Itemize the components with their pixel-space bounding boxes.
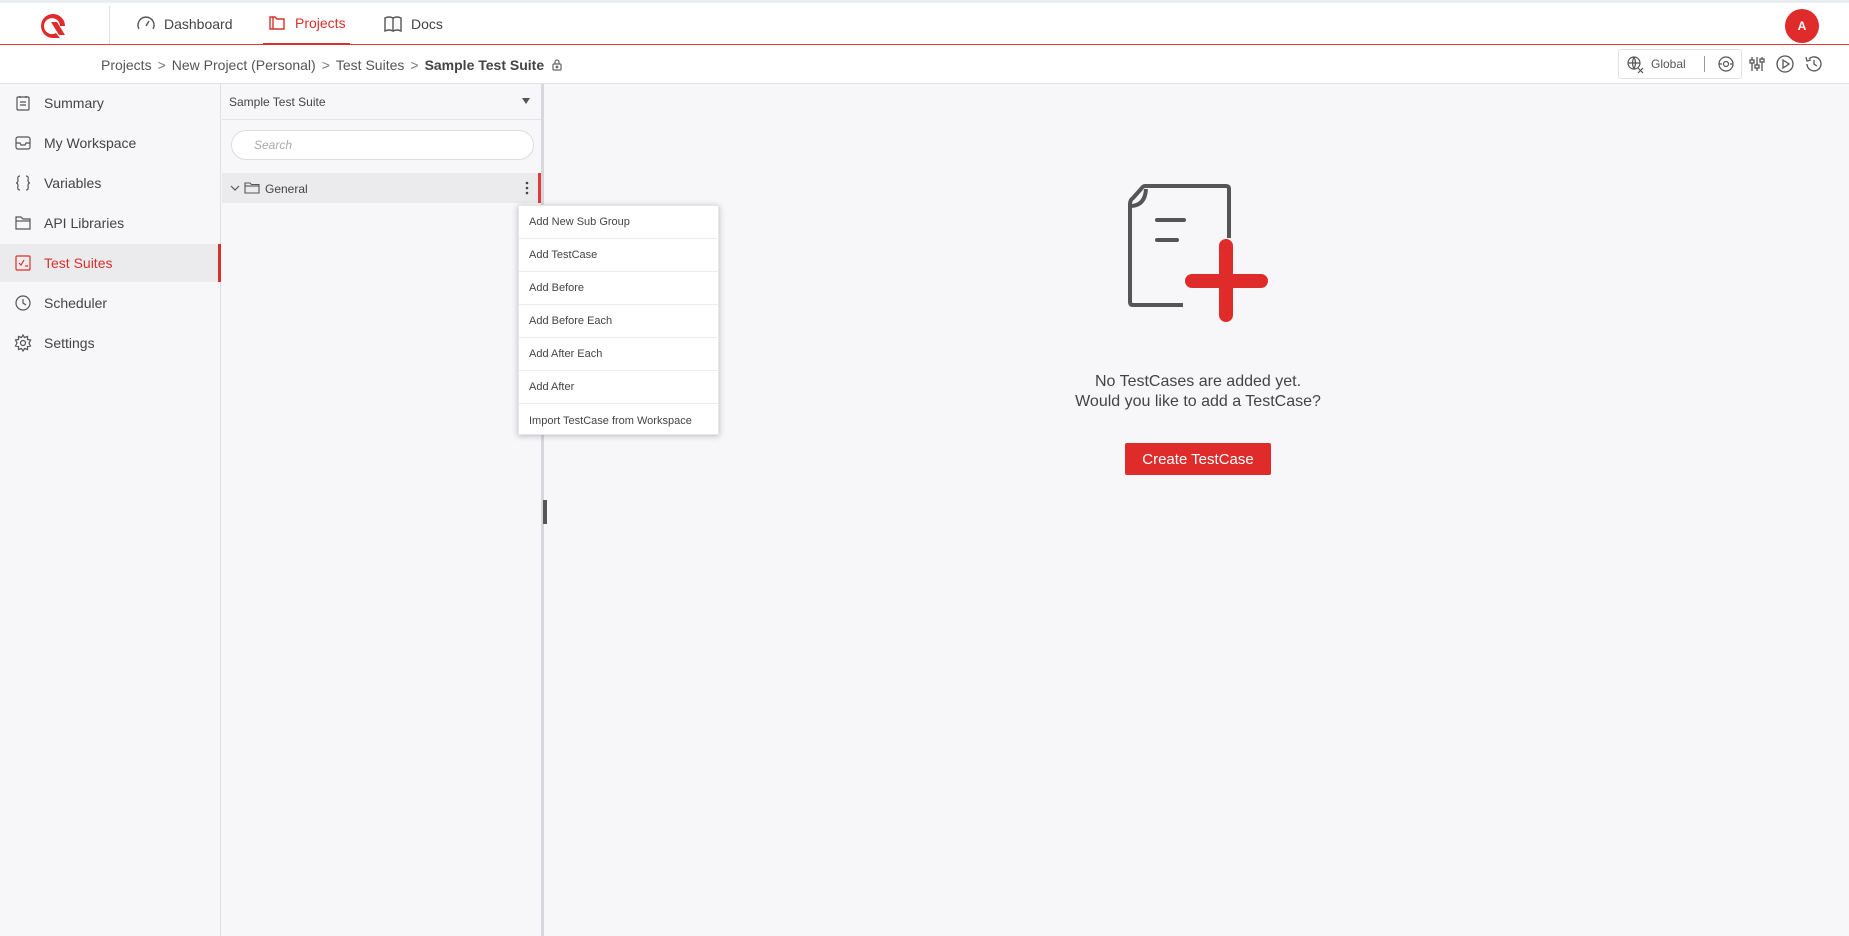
- env-divider: [1703, 56, 1705, 72]
- create-testcase-button[interactable]: Create TestCase: [1125, 443, 1271, 475]
- top-nav: Dashboard Projects Docs A: [0, 0, 1849, 45]
- clock-icon: [15, 295, 31, 311]
- group-context-menu: Add New Sub Group Add TestCase Add Befor…: [518, 205, 719, 435]
- gear-icon: [14, 334, 32, 352]
- suite-select-value: Sample Test Suite: [229, 94, 326, 109]
- sliders-icon[interactable]: [1746, 53, 1768, 75]
- breadcrumb-projects[interactable]: Projects: [101, 57, 152, 73]
- menu-add-before-each[interactable]: Add Before Each: [519, 305, 718, 338]
- breadcrumb-separator: >: [410, 56, 419, 73]
- globe-view-icon[interactable]: [1717, 55, 1735, 73]
- sidebar-item-label: Test Suites: [44, 255, 113, 271]
- nav-docs-label: Docs: [411, 16, 443, 32]
- folder-icon: [15, 216, 31, 230]
- suite-select[interactable]: Sample Test Suite: [222, 84, 541, 120]
- test-suite-tree-panel: Sample Test Suite General: [222, 84, 544, 936]
- breadcrumb-test-suites[interactable]: Test Suites: [336, 57, 404, 73]
- sidebar-item-scheduler[interactable]: Scheduler: [0, 284, 221, 322]
- sidebar-item-label: API Libraries: [44, 215, 125, 231]
- search-input[interactable]: [231, 130, 534, 160]
- sidebar-item-label: Summary: [44, 95, 104, 111]
- more-options-icon[interactable]: [524, 180, 530, 196]
- checklist-icon: [15, 255, 31, 271]
- user-avatar[interactable]: A: [1785, 9, 1819, 43]
- globe-variable-icon: [1627, 56, 1644, 74]
- breadcrumb-current: Sample Test Suite: [424, 56, 545, 73]
- environment-label: Global: [1651, 57, 1686, 71]
- menu-add-after[interactable]: Add After: [519, 371, 718, 404]
- sidebar-item-label: Settings: [44, 335, 95, 351]
- folder-icon: [244, 182, 260, 194]
- history-icon[interactable]: [1803, 53, 1825, 75]
- nav-projects[interactable]: Projects: [263, 3, 350, 45]
- inbox-icon: [15, 136, 31, 150]
- add-document-illustration: [1128, 184, 1268, 322]
- sidebar-item-my-workspace[interactable]: My Workspace: [0, 124, 221, 162]
- empty-state-prompt: Would you like to add a TestCase?: [1075, 393, 1321, 410]
- menu-add-testcase[interactable]: Add TestCase: [519, 239, 718, 272]
- nav-projects-label: Projects: [295, 15, 346, 31]
- menu-add-after-each[interactable]: Add After Each: [519, 338, 718, 371]
- menu-import-testcase[interactable]: Import TestCase from Workspace: [519, 404, 718, 437]
- tree-group-general[interactable]: General: [222, 173, 541, 203]
- nav-docs[interactable]: Docs: [383, 3, 443, 45]
- sidebar-item-summary[interactable]: Summary: [0, 84, 221, 122]
- sidebar-item-variables[interactable]: Variables: [0, 164, 221, 202]
- book-icon: [384, 16, 402, 33]
- app-logo[interactable]: [38, 11, 68, 41]
- breadcrumb-project[interactable]: New Project (Personal): [172, 57, 316, 73]
- nav-dashboard[interactable]: Dashboard: [136, 3, 233, 45]
- run-icon[interactable]: [1774, 53, 1796, 75]
- sidebar-item-test-suites[interactable]: Test Suites: [0, 244, 221, 282]
- chevron-down-icon[interactable]: [229, 182, 241, 194]
- nav-divider: [109, 6, 110, 44]
- breadcrumb-bar: Projects > New Project (Personal) > Test…: [0, 45, 1849, 84]
- tree-group-label: General: [265, 182, 308, 196]
- lock-icon[interactable]: [550, 58, 564, 72]
- braces-icon: [15, 175, 31, 191]
- clipboard-icon: [16, 96, 30, 111]
- sidebar: Summary My Workspace Variables API Libra…: [0, 84, 221, 936]
- folder-icon: [269, 16, 285, 30]
- panel-resize-handle[interactable]: [543, 500, 547, 524]
- speedometer-icon: [137, 16, 155, 30]
- sidebar-item-settings[interactable]: Settings: [0, 324, 221, 362]
- sidebar-item-label: Scheduler: [44, 295, 108, 311]
- sidebar-item-label: My Workspace: [44, 135, 137, 151]
- nav-dashboard-label: Dashboard: [164, 16, 233, 32]
- environment-selector[interactable]: Global: [1618, 49, 1742, 79]
- empty-state-message: No TestCases are added yet.: [1094, 373, 1302, 390]
- breadcrumb: Projects > New Project (Personal) > Test…: [101, 45, 564, 84]
- sidebar-item-api-libraries[interactable]: API Libraries: [0, 204, 221, 242]
- breadcrumb-separator: >: [321, 56, 330, 73]
- menu-add-before[interactable]: Add Before: [519, 272, 718, 305]
- breadcrumb-separator: >: [157, 56, 166, 73]
- menu-add-new-sub-group[interactable]: Add New Sub Group: [519, 206, 718, 239]
- sidebar-item-label: Variables: [44, 175, 102, 191]
- caret-down-icon: [522, 98, 530, 104]
